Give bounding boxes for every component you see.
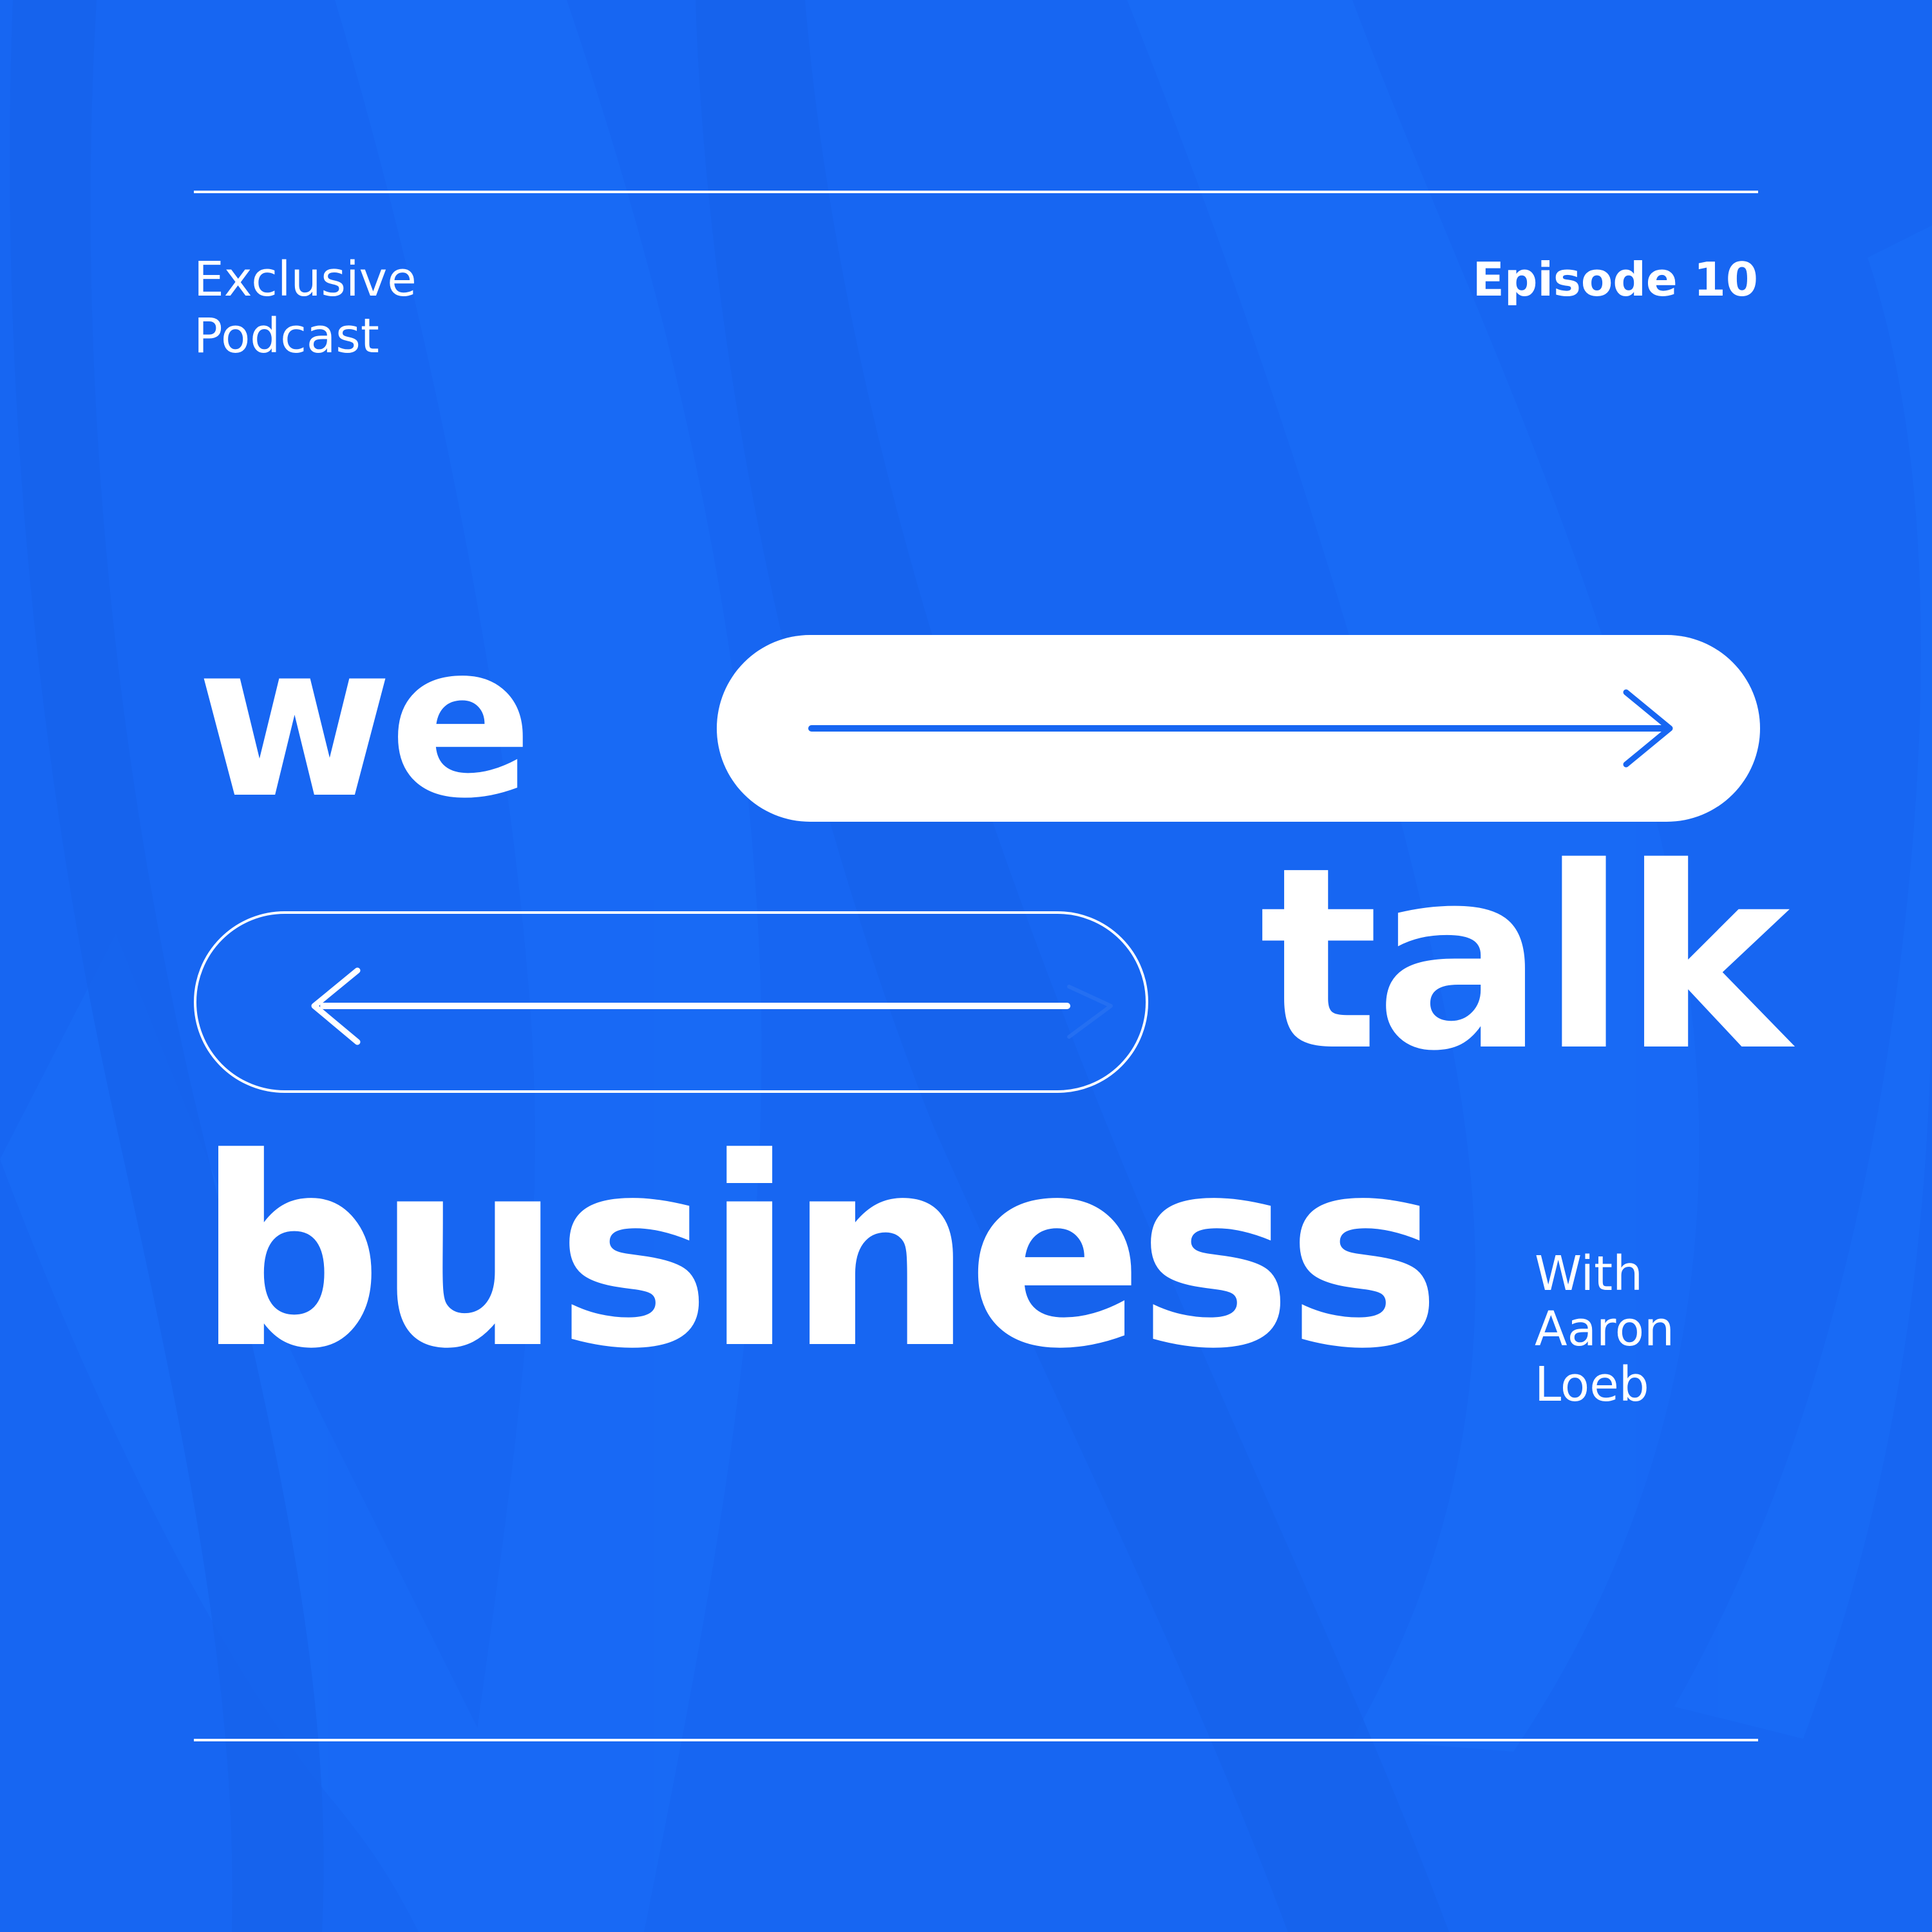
title-word-business: business (196, 1102, 1441, 1406)
podcast-label: Exclusive Podcast (194, 251, 417, 365)
top-divider (194, 191, 1758, 193)
host-line2: Aaron (1535, 1302, 1674, 1357)
bottom-divider (194, 1739, 1758, 1741)
podcast-label-line1: Exclusive (194, 252, 417, 307)
title-word-we: we (196, 598, 533, 845)
host-line1: With (1535, 1246, 1643, 1302)
title-word-talk: talk (1259, 813, 1790, 1106)
episode-number: Episode 10 (1472, 252, 1758, 307)
host-line3: Loeb (1535, 1357, 1649, 1412)
host-credit: With Aaron Loeb (1535, 1246, 1674, 1412)
podcast-label-line2: Podcast (194, 308, 379, 364)
arrow-right-icon (808, 689, 1673, 768)
arrow-left-icon (311, 967, 1113, 1045)
